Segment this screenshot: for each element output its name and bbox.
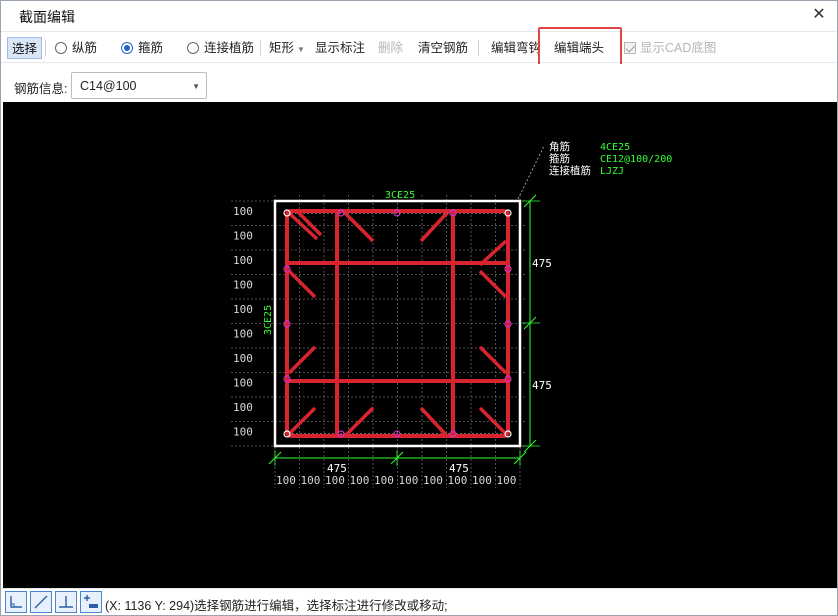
toolbar-divider xyxy=(478,40,479,56)
window-title: 截面编辑 xyxy=(19,9,75,25)
chevron-down-icon: ▼ xyxy=(192,82,200,91)
checkbox-checked-icon xyxy=(624,42,636,54)
bottom-grid-label: 100 xyxy=(399,474,419,487)
status-text: (X: 1136 Y: 294)选择钢筋进行编辑，选择标注进行修改或移动; xyxy=(105,599,448,613)
bottom-grid-label: 100 xyxy=(497,474,517,487)
left-rebar-label: 3CE25 xyxy=(263,305,274,335)
bottom-grid-label: 100 xyxy=(374,474,394,487)
left-grid-label: 100 xyxy=(233,426,253,439)
radio-stirrup[interactable]: 箍筋 xyxy=(121,37,163,59)
legend-key: 连接植筋 xyxy=(549,164,591,177)
stirrup-hook xyxy=(287,406,317,436)
right-dim-label: 475 xyxy=(532,379,552,392)
toolbar-divider xyxy=(45,40,46,56)
radio-connect-dowel[interactable]: 连接植筋 xyxy=(187,37,254,59)
left-grid-label: 100 xyxy=(233,254,253,267)
radio-longitudinal[interactable]: 纵筋 xyxy=(55,37,97,59)
stirrup-hook xyxy=(343,211,375,243)
delete-button[interactable]: 删除 xyxy=(378,37,403,59)
show-cad-label: 显示CAD底图 xyxy=(640,41,717,55)
stirrup-hook xyxy=(287,345,317,375)
bottom-grid-label: 100 xyxy=(472,474,492,487)
select-button[interactable]: 选择 xyxy=(7,37,43,59)
rect-dropdown[interactable]: 矩形 ▼ xyxy=(269,37,305,59)
legend-key: 箍筋 xyxy=(549,152,570,165)
section-editor-window: 截面编辑 ✕ 选择 纵筋 箍筋 连接植筋 矩形 ▼ 显示标注 删除 清空钢筋 编辑… xyxy=(0,0,838,616)
radio-longitudinal-label: 纵筋 xyxy=(72,41,98,55)
legend-value: 4CE25 xyxy=(600,142,630,153)
perpendicular-icon[interactable] xyxy=(55,591,77,613)
stirrup-hook xyxy=(478,345,508,375)
show-cad-checkbox[interactable]: 显示CAD底图 xyxy=(624,37,716,59)
bottom-grid-label: 100 xyxy=(423,474,443,487)
left-grid-label: 100 xyxy=(233,401,253,414)
legend-leader xyxy=(517,145,545,200)
radio-stirrup-label: 箍筋 xyxy=(138,41,164,55)
clear-rebar-button[interactable]: 清空钢筋 xyxy=(418,37,468,59)
bottom-dim-label: 475 xyxy=(327,462,347,475)
left-grid-label: 100 xyxy=(233,230,253,243)
bottom-grid-label: 100 xyxy=(301,474,321,487)
bottom-grid-label: 100 xyxy=(448,474,468,487)
radio-off-icon xyxy=(187,42,199,54)
stirrup-hook xyxy=(478,406,508,436)
legend-key: 角筋 xyxy=(549,140,570,153)
show-dims-button[interactable]: 显示标注 xyxy=(315,37,365,59)
stirrup-hook xyxy=(419,406,449,438)
drawing-canvas[interactable]: 100 100 100 100 100 100 100 100 100 100 100 100 100 1… xyxy=(3,102,837,588)
toolbar-divider xyxy=(260,40,261,56)
add-dimension-icon[interactable] xyxy=(80,591,102,613)
bottom-grid-label: 100 xyxy=(350,474,370,487)
close-icon[interactable]: ✕ xyxy=(809,5,829,25)
left-grid-label: 100 xyxy=(233,377,253,390)
section-drawing[interactable]: 100 100 100 100 100 100 100 100 100 100 100 100 100 1… xyxy=(3,102,837,588)
left-grid-label: 100 xyxy=(233,328,253,341)
radio-off-icon xyxy=(55,42,67,54)
orthogonal-snap-icon[interactable] xyxy=(5,591,27,613)
rebar-info-label: 钢筋信息: xyxy=(14,82,68,96)
left-grid-label: 100 xyxy=(233,279,253,292)
radio-on-icon xyxy=(121,42,133,54)
bottom-grid-label: 100 xyxy=(325,474,345,487)
radio-connect-dowel-label: 连接植筋 xyxy=(204,41,255,55)
left-grid-label: 100 xyxy=(233,352,253,365)
legend-value: LJZJ xyxy=(600,166,624,177)
toolbar: 选择 纵筋 箍筋 连接植筋 矩形 ▼ 显示标注 删除 清空钢筋 编辑弯钩 编辑端头… xyxy=(1,31,837,63)
left-grid-label: 100 xyxy=(233,205,253,218)
rebar-info-value: C14@100 xyxy=(80,79,137,93)
rect-dropdown-label: 矩形 xyxy=(269,41,295,55)
legend-value: CE12@100/200 xyxy=(600,154,672,165)
stirrup-hook xyxy=(343,406,375,438)
status-bar: (X: 1136 Y: 294)选择钢筋进行编辑，选择标注进行修改或移动; xyxy=(1,588,837,615)
top-rebar-label: 3CE25 xyxy=(385,190,415,201)
bottom-dim-label: 475 xyxy=(449,462,469,475)
stirrup-hook xyxy=(419,211,449,243)
left-grid-label: 100 xyxy=(233,303,253,316)
bottom-grid-label: 100 xyxy=(276,474,296,487)
edit-hook-button[interactable]: 编辑弯钩 xyxy=(491,37,541,59)
rebar-info-select[interactable]: C14@100 ▼ xyxy=(71,72,207,99)
chevron-down-icon: ▼ xyxy=(297,45,305,54)
right-dim-label: 475 xyxy=(532,257,552,270)
diagonal-line-icon[interactable] xyxy=(30,591,52,613)
title-bar: 截面编辑 ✕ xyxy=(1,1,837,31)
